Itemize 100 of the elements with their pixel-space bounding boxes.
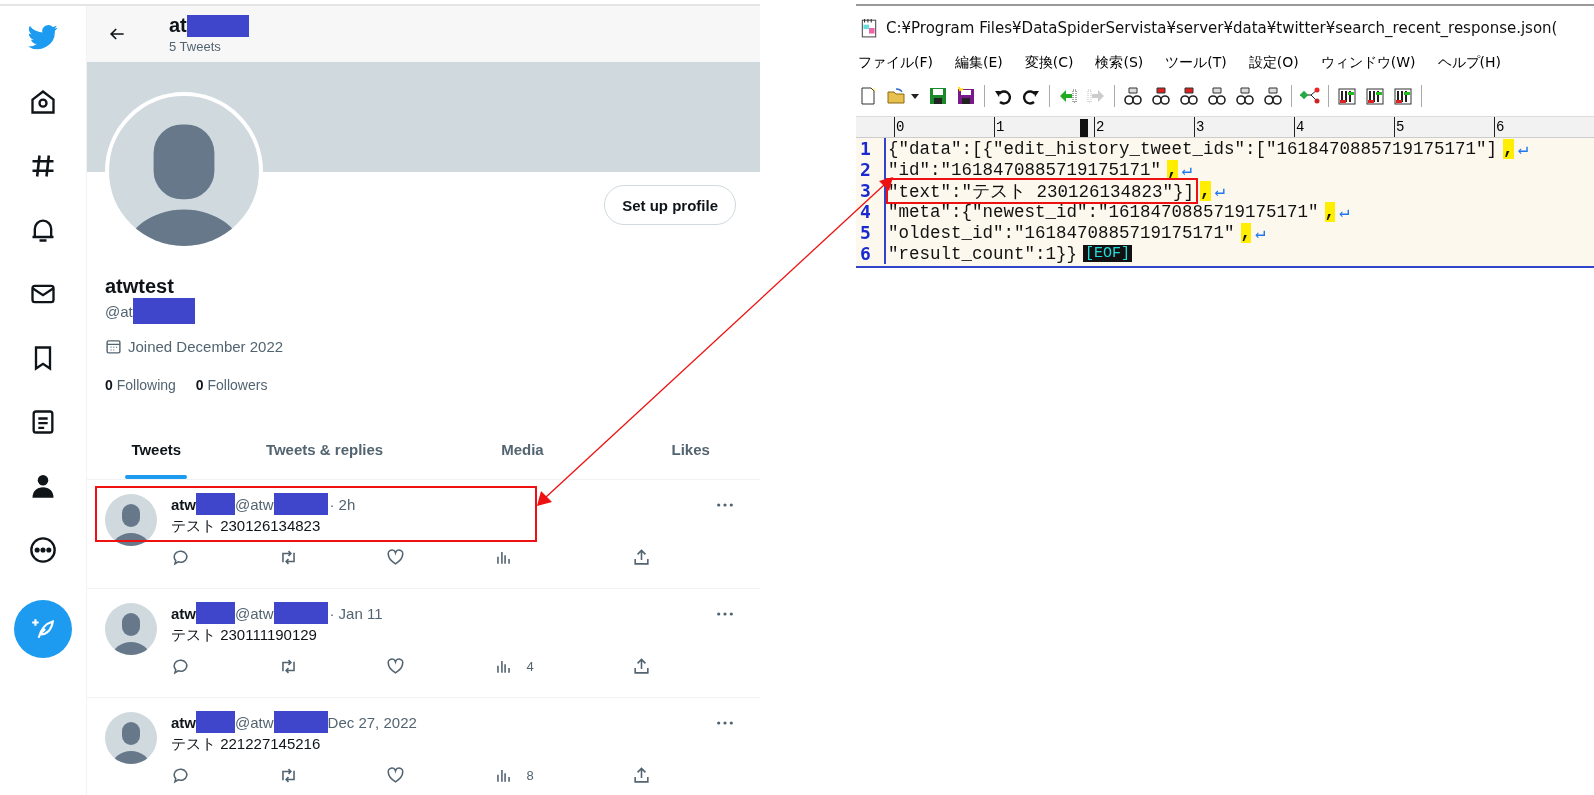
reply-icon[interactable] — [171, 548, 190, 567]
line-number: 5 — [856, 222, 886, 243]
menu-item[interactable]: ファイル(F) — [858, 54, 933, 72]
toolbox-icon[interactable] — [1337, 86, 1357, 106]
ruler-number: 6 — [1494, 117, 1594, 137]
separator-dot: · — [329, 495, 335, 513]
tweet-text: テスト 221227145216 — [171, 735, 322, 754]
ruler-number: 3 — [1194, 117, 1294, 137]
author-handle[interactable]: @atw — [235, 495, 274, 513]
following-link[interactable]: 0 Following — [105, 377, 176, 393]
line-number: 4 — [856, 201, 886, 222]
heart-icon[interactable] — [386, 657, 405, 676]
author-handle[interactable]: @atw — [235, 604, 274, 622]
menu-item[interactable]: ツール(T) — [1165, 54, 1227, 72]
more-options-icon[interactable] — [716, 720, 734, 726]
tweet-text: テスト 230126134823 — [171, 517, 322, 536]
author-name[interactable]: atw — [171, 604, 196, 622]
notepad-icon — [860, 18, 878, 38]
highlighted-comma: , — [1167, 159, 1178, 180]
binoculars-icon[interactable] — [1263, 86, 1283, 106]
more-icon[interactable] — [29, 536, 57, 564]
line-number: 1 — [856, 138, 886, 159]
ruler-number: 4 — [1294, 117, 1394, 137]
reply-icon[interactable] — [171, 766, 190, 785]
share-icon[interactable] — [632, 548, 651, 567]
code-line: "id":"1618470885719175171" — [887, 159, 1162, 180]
heart-icon[interactable] — [386, 766, 405, 785]
compose-button[interactable] — [14, 600, 72, 658]
binoculars-icon[interactable] — [1151, 86, 1171, 106]
menu-item[interactable]: ヘルプ(H) — [1437, 54, 1501, 72]
caret-icon[interactable] — [910, 91, 920, 101]
ruler-number: 2 — [1094, 117, 1194, 137]
ruler-number: 0 — [894, 117, 994, 137]
binoculars-icon[interactable] — [1235, 86, 1255, 106]
tweet-count: 5 Tweets — [169, 39, 222, 54]
newline-mark: ↵ — [1255, 222, 1266, 243]
eof-mark: [EOF] — [1083, 245, 1133, 262]
bird-logo-icon[interactable] — [28, 22, 58, 52]
ruler-cursor — [1080, 119, 1088, 137]
folder-icon[interactable] — [886, 86, 906, 106]
newline-mark: ↵ — [1214, 180, 1226, 201]
menu-item[interactable]: 設定(O) — [1248, 54, 1299, 72]
ruler-number: 5 — [1394, 117, 1494, 137]
heart-icon[interactable] — [386, 548, 405, 567]
view-count: 8 — [526, 768, 534, 783]
binoculars-icon[interactable] — [1207, 86, 1227, 106]
highlighted-comma: , — [1240, 222, 1252, 243]
node-graph-icon[interactable] — [1300, 86, 1320, 106]
author-handle[interactable]: @atw — [235, 713, 274, 731]
share-icon[interactable] — [632, 766, 651, 785]
highlighted-comma: , — [1324, 201, 1336, 222]
new-document-icon[interactable] — [858, 86, 878, 106]
author-name[interactable]: atw — [171, 713, 196, 731]
code-line: "result_count":1}} — [887, 243, 1078, 264]
newline-mark: ↵ — [1339, 201, 1350, 222]
binoculars-icon[interactable] — [1123, 86, 1143, 106]
tweet-time[interactable]: Jan 11 — [338, 604, 383, 622]
profile-tab[interactable]: Tweets — [87, 423, 226, 479]
left-arrow-icon[interactable] — [1058, 86, 1078, 106]
tweet-time[interactable]: 2h — [338, 495, 356, 513]
set-up-profile-button[interactable]: Set up profile — [604, 185, 736, 225]
profile-tab[interactable]: Tweets & replies — [225, 423, 424, 479]
tweet-text: テスト 230111190129 — [171, 626, 318, 645]
avatar-icon[interactable] — [105, 494, 157, 546]
view-count: 4 — [526, 659, 534, 674]
avatar-icon[interactable] — [105, 603, 157, 655]
code-line: "oldest_id":"1618470885719175171" — [887, 222, 1235, 243]
profile-name: at — [169, 14, 187, 37]
menu-item[interactable]: ウィンドウ(W) — [1320, 54, 1416, 72]
highlighted-comma: , — [1200, 180, 1211, 201]
code-line: "meta":{"newest_id":"1618470885719175171" — [887, 201, 1319, 222]
line-number: 6 — [856, 243, 886, 264]
binoculars-icon[interactable] — [1179, 86, 1199, 106]
menu-item[interactable]: 変換(C) — [1024, 54, 1074, 72]
menu-item[interactable]: 検索(S) — [1095, 54, 1144, 72]
toolbox-icon[interactable] — [1365, 86, 1385, 106]
join-date: Joined December 2022 — [128, 338, 284, 355]
avatar-icon[interactable] — [105, 712, 157, 764]
display-name: atwtest — [105, 275, 175, 298]
handle: @at — [105, 302, 133, 320]
newline-mark: ↵ — [1181, 159, 1193, 180]
share-icon[interactable] — [632, 657, 651, 676]
toolbox-icon[interactable] — [1393, 86, 1413, 106]
separator-dot: · — [329, 604, 335, 622]
window-title: C:¥Program Files¥DataSpiderServista¥server¥data¥twitter¥search_recent_response.json( — [886, 19, 1558, 37]
more-options-icon[interactable] — [716, 611, 734, 617]
calendar-icon — [105, 338, 122, 355]
menu-item[interactable]: 編集(E) — [955, 54, 1003, 72]
followers-link[interactable]: 0 Followers — [195, 377, 268, 393]
author-name[interactable]: atw — [171, 495, 196, 513]
more-options-icon[interactable] — [716, 502, 734, 508]
profile-tab[interactable]: Media — [423, 423, 622, 479]
code-line: {"data":[{"edit_history_tweet_ids":["1618470885719175171"] — [887, 138, 1498, 159]
profile-tab[interactable]: Likes — [621, 423, 760, 479]
reply-icon[interactable] — [171, 657, 190, 676]
highlighted-comma: , — [1503, 138, 1514, 159]
newline-mark: ↵ — [1517, 138, 1529, 159]
tweet-time[interactable]: Dec 27, 2022 — [327, 713, 417, 731]
code-line: "text":"テスト 230126134823"}] — [886, 178, 1195, 203]
home-icon[interactable] — [29, 88, 57, 116]
